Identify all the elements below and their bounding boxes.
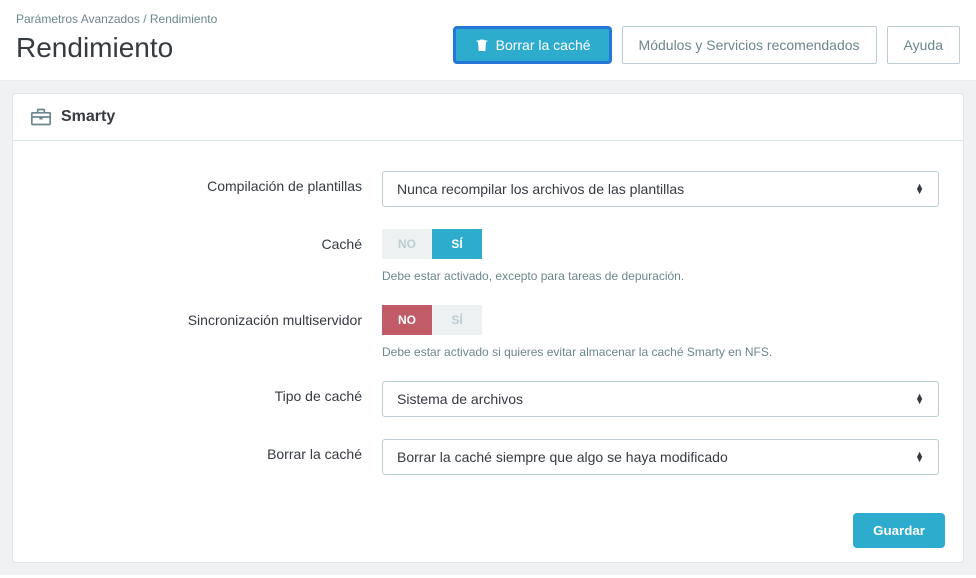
panel-title: Smarty [61, 108, 115, 126]
page-header: Parámetros Avanzados / Rendimiento Rendi… [0, 0, 976, 81]
select-cache-type[interactable]: Sistema de archivos ▲▼ [382, 381, 939, 417]
field-clear-cache: Borrar la caché Borrar la caché siempre … [37, 439, 939, 475]
page-title: Rendimiento [16, 32, 217, 64]
breadcrumb: Parámetros Avanzados / Rendimiento [16, 12, 217, 26]
breadcrumb-parent[interactable]: Parámetros Avanzados [16, 12, 140, 26]
label-multi-sync: Sincronización multiservidor [37, 305, 382, 328]
toggle-cache-yes[interactable]: SÍ [432, 229, 482, 259]
select-template-compilation[interactable]: Nunca recompilar los archivos de las pla… [382, 171, 939, 207]
trash-icon [474, 37, 490, 53]
header-actions: Borrar la caché Módulos y Servicios reco… [453, 26, 960, 64]
label-cache-type: Tipo de caché [37, 381, 382, 404]
breadcrumb-sep: / [143, 12, 146, 26]
panel-footer: Guardar [13, 499, 963, 562]
help-button[interactable]: Ayuda [887, 26, 960, 64]
panel-body: Compilación de plantillas Nunca recompil… [13, 141, 963, 499]
toggle-cache[interactable]: NO SÍ [382, 229, 482, 259]
sort-icon: ▲▼ [915, 184, 924, 194]
breadcrumb-current: Rendimiento [150, 12, 217, 26]
select-clear-cache[interactable]: Borrar la caché siempre que algo se haya… [382, 439, 939, 475]
label-template-compilation: Compilación de plantillas [37, 171, 382, 194]
toggle-multi-sync-yes[interactable]: SÍ [432, 305, 482, 335]
help-multi-sync: Debe estar activado si quieres evitar al… [382, 345, 939, 359]
content-area: Smarty Compilación de plantillas Nunca r… [0, 81, 976, 575]
select-value: Nunca recompilar los archivos de las pla… [397, 181, 915, 197]
clear-cache-button[interactable]: Borrar la caché [453, 26, 612, 64]
select-value: Sistema de archivos [397, 391, 915, 407]
toggle-multi-sync-no[interactable]: NO [382, 305, 432, 335]
clear-cache-label: Borrar la caché [496, 37, 591, 53]
save-button[interactable]: Guardar [853, 513, 945, 548]
field-template-compilation: Compilación de plantillas Nunca recompil… [37, 171, 939, 207]
field-cache: Caché NO SÍ Debe estar activado, excepto… [37, 229, 939, 283]
toggle-multi-sync[interactable]: NO SÍ [382, 305, 482, 335]
smarty-panel: Smarty Compilación de plantillas Nunca r… [12, 93, 964, 563]
field-cache-type: Tipo de caché Sistema de archivos ▲▼ [37, 381, 939, 417]
briefcase-icon [31, 108, 51, 126]
panel-header: Smarty [13, 94, 963, 141]
toggle-cache-no[interactable]: NO [382, 229, 432, 259]
help-cache: Debe estar activado, excepto para tareas… [382, 269, 939, 283]
sort-icon: ▲▼ [915, 452, 924, 462]
sort-icon: ▲▼ [915, 394, 924, 404]
field-multi-sync: Sincronización multiservidor NO SÍ Debe … [37, 305, 939, 359]
select-value: Borrar la caché siempre que algo se haya… [397, 449, 915, 465]
recommended-button[interactable]: Módulos y Servicios recomendados [622, 26, 877, 64]
label-cache: Caché [37, 229, 382, 252]
label-clear-cache: Borrar la caché [37, 439, 382, 462]
